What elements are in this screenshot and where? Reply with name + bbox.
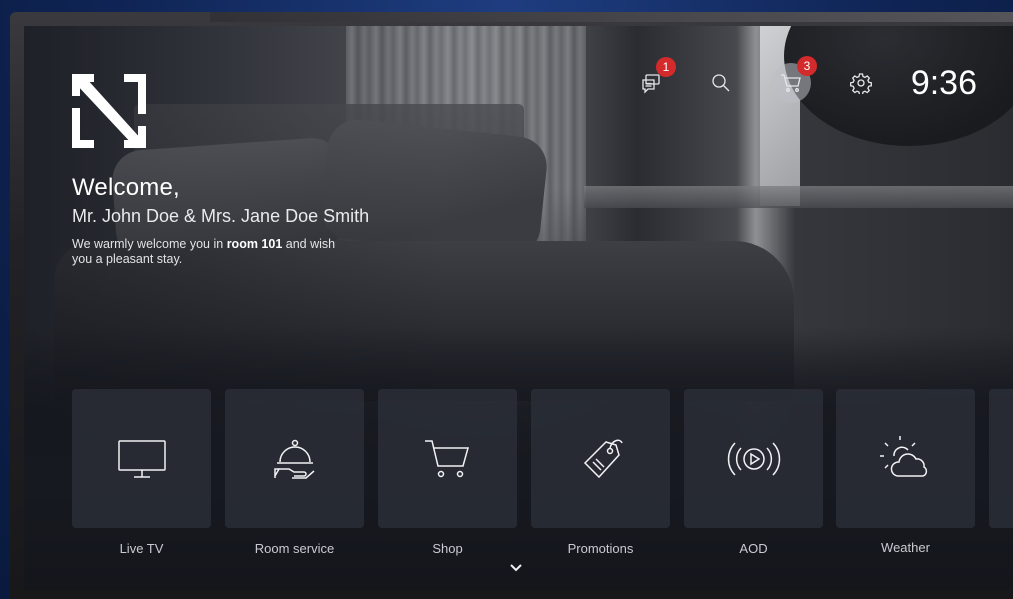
menu-tiles: Live TV Room service Shop Promotions AOD… [72, 389, 1013, 569]
search-icon [712, 74, 730, 92]
messages-icon [642, 74, 660, 94]
clock: 9:36 [910, 64, 977, 102]
cart-icon [781, 74, 801, 92]
tile-label-aod: AOD [739, 541, 768, 556]
search-button[interactable] [704, 66, 738, 100]
bezel-highlight [210, 12, 1013, 22]
guest-names: Mr. John Doe & Mrs. Jane Doe Smith [72, 206, 370, 226]
tile-live-tv[interactable] [72, 389, 211, 528]
tile-label-room-service: Room service [254, 541, 335, 556]
messages-button[interactable]: 1 [634, 57, 676, 100]
welcome-message-start: We warmly welcome you in [72, 237, 227, 251]
hotel-logo [72, 74, 146, 148]
cart-badge: 3 [797, 56, 817, 76]
chevron-down-icon [510, 564, 522, 572]
tile-label-live-tv: Live TV [119, 541, 164, 556]
background-desk [584, 186, 1013, 208]
tile-room-service[interactable] [225, 389, 364, 528]
welcome-title: Welcome, [72, 174, 180, 201]
tile-label-shop: Shop [432, 541, 463, 556]
tv-icon [117, 439, 166, 478]
cart-button[interactable]: 3 [771, 56, 817, 103]
tile-next-partial[interactable] [989, 389, 1013, 528]
messages-badge: 1 [656, 57, 676, 77]
settings-icon [850, 73, 872, 94]
tile-weather[interactable] [836, 389, 975, 528]
tv-screen: Welcome, Mr. John Doe & Mrs. Jane Doe Sm… [24, 26, 1013, 590]
tile-label-weather: Weather [881, 540, 930, 555]
weather-icon [879, 435, 927, 477]
tile-aod[interactable] [684, 389, 823, 528]
room-number: room 101 [226, 237, 283, 251]
room-service-icon [273, 439, 314, 479]
tag-icon [583, 439, 623, 478]
audio-on-demand-icon [727, 441, 780, 476]
scroll-down-button[interactable] [506, 560, 526, 576]
settings-button[interactable] [844, 66, 878, 100]
tile-shop[interactable] [378, 389, 517, 528]
tile-promotions[interactable] [531, 389, 670, 528]
cart-icon [424, 439, 469, 477]
tile-label-promotions: Promotions [567, 541, 634, 556]
welcome-message: We warmly welcome you in room 101 and wi… [72, 237, 352, 267]
